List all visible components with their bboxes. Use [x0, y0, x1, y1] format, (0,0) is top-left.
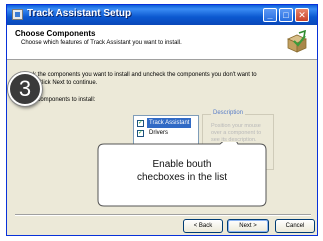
title-bar: Track Assistant Setup _ □ ✕ [7, 5, 317, 25]
callout-text: Enable bouth checboxes in the list [106, 158, 258, 184]
install-box-icon [287, 30, 307, 53]
callout-line-1: Enable bouth [152, 159, 212, 170]
description-title: Description [211, 110, 246, 116]
list-item-label: Drivers [149, 130, 168, 136]
instructions-text: Check the components you want to install… [19, 71, 309, 87]
maximize-button[interactable]: □ [279, 8, 293, 22]
description-text: Position your mouse over a component to … [211, 123, 262, 143]
drivers-checkbox[interactable]: ✓ [137, 130, 144, 137]
track-assistant-checkbox[interactable]: ✓ [137, 120, 144, 127]
page-title: Choose Components [15, 29, 96, 38]
instructions-line-2: install. Click Next to continue. [19, 80, 98, 86]
cancel-button[interactable]: Cancel [275, 219, 315, 233]
list-item-drivers[interactable]: ✓ Drivers [136, 128, 196, 138]
step-number-badge: 3 [8, 72, 42, 106]
list-item-label: Track Assistant [147, 118, 192, 128]
minimize-button[interactable]: _ [263, 8, 277, 22]
next-button[interactable]: Next > [227, 219, 269, 233]
instruction-callout: Enable bouth checboxes in the list [92, 142, 272, 208]
close-button[interactable]: ✕ [295, 8, 309, 22]
window-title: Track Assistant Setup [27, 8, 132, 19]
instructions-line-1: Check the components you want to install… [19, 72, 257, 78]
app-icon [12, 9, 23, 20]
wizard-header: Choose Components Choose which features … [7, 25, 317, 60]
callout-line-2: checboxes in the list [136, 172, 228, 183]
footer-divider [15, 214, 311, 216]
back-button[interactable]: < Back [183, 219, 223, 233]
page-subtitle: Choose which features of Track Assistant… [21, 40, 182, 46]
list-item-track-assistant[interactable]: ✓ Track Assistant [136, 118, 196, 128]
